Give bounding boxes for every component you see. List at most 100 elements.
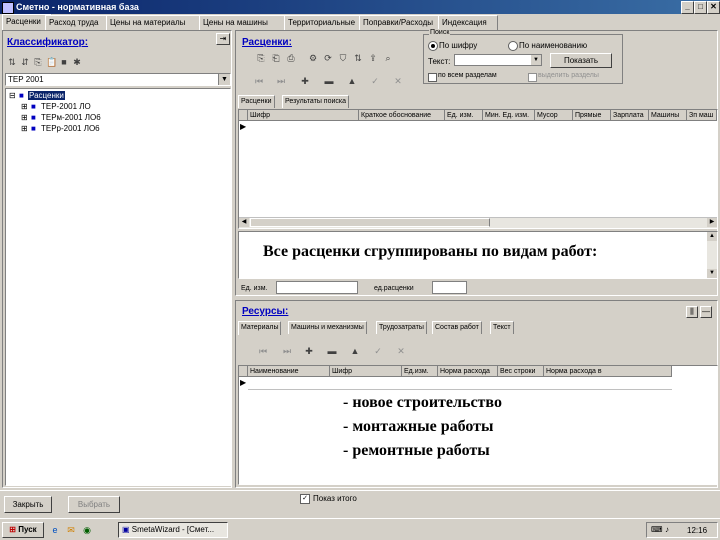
search-icon[interactable]: ⌕	[383, 53, 393, 63]
classifier-tree[interactable]: ⊟ ■ Расценки ⊞ ■ ТЕР-2001 ЛО ⊞ ■ ТЕРм-20…	[5, 88, 231, 486]
split-view-button[interactable]: ⫼	[686, 306, 698, 318]
tree-expander[interactable]: ⊞	[21, 102, 28, 111]
per-rate-field[interactable]	[432, 281, 467, 294]
column-header[interactable]: Зп маш	[687, 110, 717, 121]
add-record-icon[interactable]: ✚	[304, 346, 314, 356]
cancel-record-icon[interactable]: ✕	[396, 346, 406, 356]
select-button[interactable]: Выбрать	[68, 496, 120, 513]
vertical-scrollbar[interactable]: ▲ ▼	[707, 232, 717, 278]
minimize-button[interactable]: _	[681, 1, 694, 14]
res-tab-machines[interactable]: Машины и механизмы	[288, 321, 367, 334]
outlook-icon[interactable]: ✉	[66, 525, 76, 535]
column-header[interactable]: Вес строки	[498, 366, 544, 377]
keyboard-icon[interactable]: ⌨	[651, 525, 663, 534]
column-header[interactable]: Ед. изм.	[445, 110, 483, 121]
column-header[interactable]: Наименование	[248, 366, 330, 377]
column-header[interactable]: Краткое обоснование	[359, 110, 445, 121]
refresh-icon[interactable]: ⟳	[323, 53, 333, 63]
tab-territorial[interactable]: Территориальные	[284, 15, 366, 30]
chevron-down-icon[interactable]: ▼	[531, 55, 541, 65]
all-sections-checkbox[interactable]	[428, 73, 437, 82]
column-header[interactable]: Норма расхода в	[544, 366, 672, 377]
stop-icon[interactable]: ■	[59, 57, 69, 67]
tree-expander[interactable]: ⊟	[9, 91, 16, 100]
nav-first-icon[interactable]: ⏮	[254, 76, 264, 86]
tools-icon[interactable]: ✱	[72, 57, 82, 67]
cancel-record-icon[interactable]: ✕	[393, 76, 403, 86]
column-header[interactable]: Зарплата	[611, 110, 649, 121]
close-form-button[interactable]: Закрыть	[4, 496, 52, 513]
column-header[interactable]: Шифр	[248, 110, 359, 121]
unit-field[interactable]	[276, 281, 358, 294]
collapse-panel-button[interactable]: ⇥	[216, 33, 230, 45]
find-button[interactable]: Показать	[550, 53, 612, 68]
tree-expander[interactable]: ⊞	[21, 124, 28, 133]
nav-last-icon[interactable]: ⏭	[282, 346, 292, 356]
nav-first-icon[interactable]: ⏮	[258, 346, 268, 356]
start-button[interactable]: ⊞ Пуск	[2, 522, 44, 538]
media-icon[interactable]: ◉	[82, 525, 92, 535]
add-record-icon[interactable]: ✚	[300, 76, 310, 86]
post-record-icon[interactable]: ✓	[370, 76, 380, 86]
volume-icon[interactable]: ♪	[665, 525, 669, 534]
scroll-thumb[interactable]	[250, 218, 490, 227]
post-record-icon[interactable]: ✓	[373, 346, 383, 356]
radio-by-code[interactable]	[428, 41, 438, 51]
copy-icon[interactable]: ⎘	[33, 57, 43, 67]
filter-icon[interactable]: ⛉	[338, 53, 348, 63]
tab-indexation[interactable]: Индексация	[438, 15, 498, 30]
column-header[interactable]: Норма расхода	[438, 366, 498, 377]
tree-collapse-icon[interactable]: ⇵	[20, 57, 30, 67]
browser-icon[interactable]: e	[50, 525, 60, 535]
nav-last-icon[interactable]: ⏭	[276, 76, 286, 86]
column-header[interactable]: Мусор	[535, 110, 573, 121]
show-total-checkbox[interactable]: ✓	[300, 494, 310, 504]
horizontal-scrollbar[interactable]: ◀ ▶	[239, 217, 717, 228]
rate-description-area[interactable]: Все расценки сгруппированы по видам рабо…	[238, 231, 718, 279]
copy-icon[interactable]: ⎘	[256, 53, 266, 63]
tab-material-prices[interactable]: Цены на материалы	[106, 15, 206, 30]
search-input[interactable]: ▼	[454, 54, 542, 66]
subtab-rates[interactable]: Расценки	[238, 95, 275, 108]
radio-by-name[interactable]	[508, 41, 518, 51]
print-icon[interactable]: ⎙	[286, 53, 296, 63]
tree-item-root[interactable]: Расценки	[28, 91, 65, 100]
scroll-left-icon[interactable]: ◀	[239, 218, 249, 227]
tree-item[interactable]: ТЕРр-2001 ЛО6	[41, 124, 100, 133]
tree-item[interactable]: ТЕР-2001 ЛО	[41, 102, 91, 111]
exclude-checkbox[interactable]	[528, 73, 537, 82]
scroll-down-icon[interactable]: ▼	[707, 269, 717, 278]
paste-icon[interactable]: 📋	[46, 57, 57, 67]
column-header[interactable]: Прямые	[573, 110, 611, 121]
classifier-select[interactable]: ТЕР 2001 ▼	[5, 73, 231, 86]
column-header[interactable]: Мин. Ед. изм.	[483, 110, 535, 121]
edit-record-icon[interactable]: ▲	[347, 76, 357, 86]
tree-expander[interactable]: ⊞	[21, 113, 28, 122]
tab-machine-prices[interactable]: Цены на машины	[199, 15, 291, 30]
column-header[interactable]: Шифр	[330, 366, 402, 377]
minimize-panel-button[interactable]: —	[700, 306, 712, 318]
tree-item[interactable]: ТЕРм-2001 ЛО6	[41, 113, 101, 122]
column-header[interactable]: Машины	[649, 110, 687, 121]
taskbar-window-button[interactable]: ▣ SmetaWizard - [Смет...	[118, 522, 228, 538]
tab-corrections[interactable]: Поправки/Расходы	[359, 15, 445, 30]
res-tab-work-content[interactable]: Состав работ	[432, 321, 482, 334]
export-icon[interactable]: ⇪	[368, 53, 378, 63]
res-tab-materials[interactable]: Материалы	[238, 321, 282, 335]
tab-labor[interactable]: Расход труда	[45, 15, 113, 30]
resources-grid[interactable]: Наименование Шифр Ед.изм. Норма расхода …	[238, 365, 718, 485]
edit-record-icon[interactable]: ▲	[350, 346, 360, 356]
scroll-right-icon[interactable]: ▶	[707, 218, 717, 227]
res-tab-labor[interactable]: Трудозатраты	[376, 321, 427, 334]
delete-record-icon[interactable]: ▬	[327, 346, 337, 356]
delete-record-icon[interactable]: ▬	[324, 76, 334, 86]
rates-grid[interactable]: Шифр Краткое обоснование Ед. изм. Мин. Е…	[238, 109, 718, 229]
close-button[interactable]: ✕	[707, 1, 720, 14]
res-tab-text[interactable]: Текст	[490, 321, 514, 334]
paste-icon[interactable]: ⎗	[271, 53, 281, 63]
maximize-button[interactable]: □	[694, 1, 707, 14]
scroll-up-icon[interactable]: ▲	[707, 232, 717, 241]
column-header[interactable]: Ед.изм.	[402, 366, 438, 377]
subtab-search-results[interactable]: Результаты поиска	[282, 95, 350, 108]
sort-icon[interactable]: ⇅	[353, 53, 363, 63]
